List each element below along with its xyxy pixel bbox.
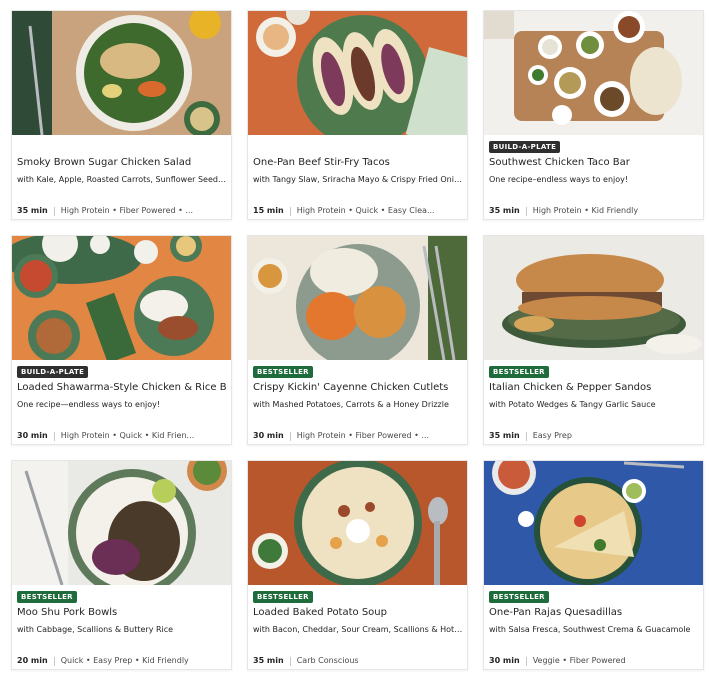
recipe-meta: 30 min Veggie • Fiber Powered — [489, 656, 703, 666]
meta-divider — [289, 656, 291, 666]
recipe-subtitle: with Mashed Potatoes, Carrots & a Honey … — [253, 400, 449, 409]
recipe-image[interactable] — [12, 461, 231, 585]
recipe-image[interactable] — [12, 11, 231, 135]
meta-divider — [525, 206, 527, 216]
cook-time: 35 min — [489, 431, 520, 440]
recipe-image[interactable] — [248, 236, 467, 360]
recipe-subtitle: with Tangy Slaw, Sriracha Mayo & Crispy … — [253, 175, 463, 184]
bestseller-badge: BESTSELLER — [489, 366, 549, 378]
recipe-card[interactable]: BESTSELLER Loaded Baked Potato Soup with… — [247, 460, 468, 670]
recipe-image[interactable] — [484, 236, 703, 360]
recipe-card[interactable]: Smoky Brown Sugar Chicken Salad with Kal… — [11, 10, 232, 220]
meta-divider — [53, 431, 55, 441]
recipe-subtitle: with Cabbage, Scallions & Buttery Rice — [17, 625, 174, 634]
build-a-plate-badge: BUILD-A-PLATE — [17, 366, 89, 378]
cook-time: 30 min — [17, 431, 48, 440]
recipe-title[interactable]: One-Pan Rajas Quesadillas — [489, 607, 699, 619]
cook-time: 35 min — [253, 656, 284, 665]
recipe-title[interactable]: Southwest Chicken Taco Bar — [489, 157, 699, 169]
bestseller-badge: BESTSELLER — [253, 366, 313, 378]
recipe-title[interactable]: Crispy Kickin' Cayenne Chicken Cutlets — [253, 382, 463, 394]
cook-time: 15 min — [253, 206, 284, 215]
recipe-card[interactable]: BESTSELLER Italian Chicken & Pepper Sand… — [483, 235, 704, 445]
recipe-subtitle: One recipe—endless ways to enjoy! — [17, 400, 161, 409]
recipe-tags: Quick • Easy Prep • Kid Friendly — [60, 656, 189, 665]
recipe-subtitle: One recipe–endless ways to enjoy! — [489, 175, 629, 184]
recipe-card[interactable]: BUILD-A-PLATE Loaded Shawarma-Style Chic… — [11, 235, 232, 445]
recipe-image[interactable] — [248, 461, 467, 585]
recipe-title[interactable]: Loaded Shawarma-Style Chicken & Rice Bar — [17, 382, 227, 394]
recipe-meta: 35 min Easy Prep — [489, 431, 703, 441]
bestseller-badge: BESTSELLER — [17, 591, 77, 603]
recipe-image[interactable] — [484, 11, 703, 135]
meta-divider — [289, 206, 291, 216]
cook-time: 35 min — [17, 206, 48, 215]
cook-time: 30 min — [489, 656, 520, 665]
recipe-title[interactable]: Moo Shu Pork Bowls — [17, 607, 227, 619]
recipe-card[interactable]: One-Pan Beef Stir-Fry Tacos with Tangy S… — [247, 10, 468, 220]
bestseller-badge: BESTSELLER — [489, 591, 549, 603]
recipe-subtitle: with Bacon, Cheddar, Sour Cream, Scallio… — [253, 625, 463, 634]
meta-divider — [525, 431, 527, 441]
recipe-title[interactable]: Smoky Brown Sugar Chicken Salad — [17, 157, 227, 169]
build-a-plate-badge: BUILD-A-PLATE — [489, 141, 561, 153]
recipe-card[interactable]: BESTSELLER Moo Shu Pork Bowls with Cabba… — [11, 460, 232, 670]
recipe-tags: Veggie • Fiber Powered — [532, 656, 626, 665]
recipe-meta: 35 min High Protein • Kid Friendly — [489, 206, 703, 216]
meta-divider — [53, 206, 55, 216]
cook-time: 35 min — [489, 206, 520, 215]
recipe-tags: Easy Prep — [532, 431, 572, 440]
recipe-meta: 35 min Carb Conscious — [253, 656, 467, 666]
recipe-title[interactable]: One-Pan Beef Stir-Fry Tacos — [253, 157, 463, 169]
recipe-title[interactable]: Italian Chicken & Pepper Sandos — [489, 382, 699, 394]
recipe-image[interactable] — [12, 236, 231, 360]
recipe-meta: 35 min High Protein • Fiber Powered • ..… — [17, 206, 231, 216]
recipe-title[interactable]: Loaded Baked Potato Soup — [253, 607, 463, 619]
recipe-tags: High Protein • Fiber Powered • ... — [60, 206, 193, 215]
cook-time: 30 min — [253, 431, 284, 440]
meta-divider — [525, 656, 527, 666]
recipe-meta: 30 min High Protein • Fiber Powered • ..… — [253, 431, 467, 441]
recipe-tags: High Protein • Kid Friendly — [532, 206, 639, 215]
recipe-tags: High Protein • Quick • Easy Clea... — [296, 206, 435, 215]
recipe-tags: Carb Conscious — [296, 656, 359, 665]
cook-time: 20 min — [17, 656, 48, 665]
recipe-tags: High Protein • Fiber Powered • ... — [296, 431, 429, 440]
recipe-tags: High Protein • Quick • Kid Frien... — [60, 431, 195, 440]
bestseller-badge: BESTSELLER — [253, 591, 313, 603]
recipe-meta: 30 min High Protein • Quick • Kid Frien.… — [17, 431, 231, 441]
recipe-card[interactable]: BESTSELLER One-Pan Rajas Quesadillas wit… — [483, 460, 704, 670]
recipe-image[interactable] — [484, 461, 703, 585]
recipe-subtitle: with Kale, Apple, Roasted Carrots, Sunfl… — [17, 175, 227, 184]
recipe-card[interactable]: BUILD-A-PLATE Southwest Chicken Taco Bar… — [483, 10, 704, 220]
recipe-subtitle: with Salsa Fresca, Southwest Crema & Gua… — [489, 625, 691, 634]
recipe-meta: 15 min High Protein • Quick • Easy Clea.… — [253, 206, 467, 216]
recipe-subtitle: with Potato Wedges & Tangy Garlic Sauce — [489, 400, 656, 409]
recipe-meta: 20 min Quick • Easy Prep • Kid Friendly — [17, 656, 231, 666]
recipe-card[interactable]: BESTSELLER Crispy Kickin' Cayenne Chicke… — [247, 235, 468, 445]
meta-divider — [289, 431, 291, 441]
meta-divider — [53, 656, 55, 666]
recipe-grid: Smoky Brown Sugar Chicken Salad with Kal… — [0, 0, 709, 675]
recipe-image[interactable] — [248, 11, 467, 135]
